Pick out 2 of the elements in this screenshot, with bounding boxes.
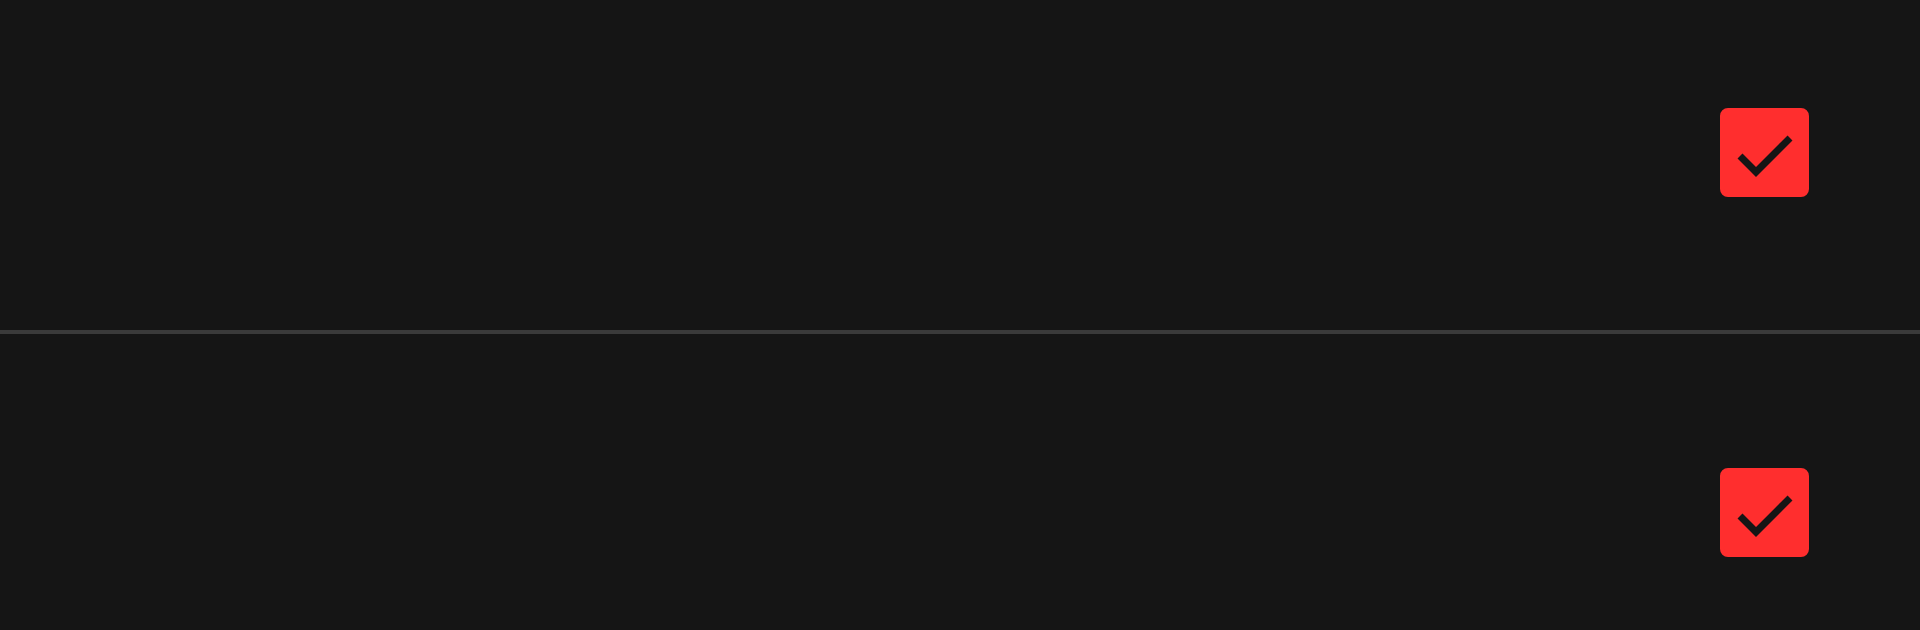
checkbox[interactable] (1720, 108, 1809, 197)
checkbox[interactable] (1720, 468, 1809, 557)
